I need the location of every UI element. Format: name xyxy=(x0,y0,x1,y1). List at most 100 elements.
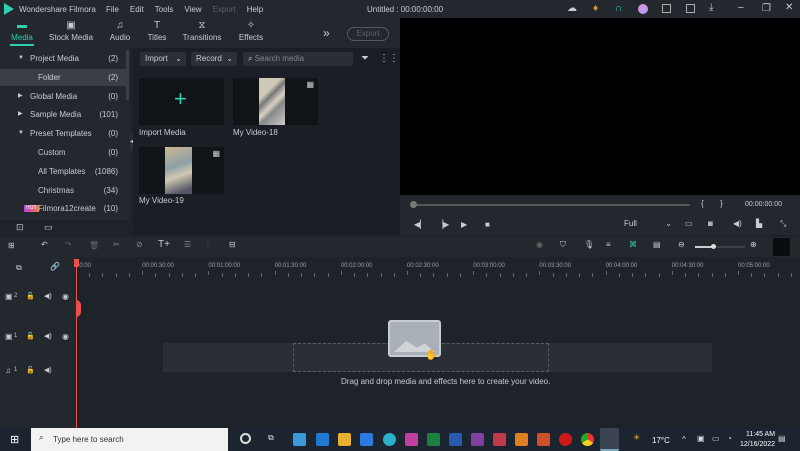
menu-help[interactable]: Help xyxy=(247,5,263,14)
sidebar-item[interactable]: ▶ Global Media (0) xyxy=(0,88,126,105)
stop-button[interactable]: ■ xyxy=(485,220,490,229)
prev-frame-button[interactable]: ◀▏ xyxy=(414,220,426,229)
render-icon[interactable]: ◉ xyxy=(536,240,543,249)
taskbar-search-input[interactable]: ⌕ Type here to search xyxy=(31,428,228,451)
volume-icon[interactable]: ◀) xyxy=(44,366,52,374)
crop-icon[interactable]: ⊟ xyxy=(229,240,236,249)
sidebar-item[interactable]: Christmas (34) xyxy=(0,182,126,199)
redo-icon[interactable]: ↷ xyxy=(65,240,72,249)
layout-grid-icon[interactable]: ⊞ xyxy=(8,241,15,250)
next-frame-button[interactable]: ▕▶ xyxy=(437,220,449,229)
folder-icon[interactable]: ▭ xyxy=(44,222,53,233)
word-icon[interactable] xyxy=(449,433,462,446)
sidebar-item[interactable]: Folder (2) xyxy=(0,68,126,86)
tab-media[interactable]: ▬ Media xyxy=(0,20,47,46)
tray-chevron-icon[interactable]: ^ xyxy=(682,435,686,444)
link-icon[interactable]: 🔗 xyxy=(50,262,60,271)
zoom-out-icon[interactable]: ⊖ xyxy=(678,240,685,249)
file-explorer-icon[interactable] xyxy=(338,433,351,446)
headset-icon[interactable]: ∩ xyxy=(615,3,622,14)
restore-button[interactable]: ❐ xyxy=(762,3,771,14)
grid-view-icon[interactable]: ⋮⋮ xyxy=(379,53,399,64)
zoom-slider[interactable] xyxy=(695,244,745,249)
media-item-my-video-18[interactable]: ▦ xyxy=(233,78,318,125)
tab-titles[interactable]: T Titles xyxy=(132,20,182,42)
wifi-icon[interactable]: ◔ xyxy=(727,434,732,443)
new-folder-icon[interactable]: ⊡ xyxy=(16,222,24,233)
excel-icon[interactable] xyxy=(427,433,440,446)
media-item-my-video-19[interactable]: ▦ xyxy=(139,147,224,194)
menu-edit[interactable]: Edit xyxy=(130,5,144,14)
network-icon[interactable]: ▣ xyxy=(697,434,705,443)
search-input[interactable]: ⌕ Search media xyxy=(243,52,353,66)
tab-effects[interactable]: ✧ Effects xyxy=(226,20,276,42)
quality-dropdown[interactable]: Full ⌄ xyxy=(624,219,672,231)
clock-time[interactable]: 11:45 AM xyxy=(746,431,775,438)
sidebar-item[interactable]: ▼ Project Media (2) xyxy=(0,50,126,67)
add-text-icon[interactable]: T+ xyxy=(158,239,170,250)
zoom-in-icon[interactable]: ⊕ xyxy=(750,240,757,249)
timeline-tracks[interactable]: ✋ Drag and drop media and effects here t… xyxy=(76,277,800,428)
battery-icon[interactable]: ▭ xyxy=(712,434,720,443)
menu-export[interactable]: Export xyxy=(213,5,236,14)
expand-arrow-icon[interactable]: ▶ xyxy=(18,88,23,105)
snapshot-icon[interactable]: ◙ xyxy=(708,219,713,228)
download-icon[interactable]: ⤓ xyxy=(709,2,713,13)
expand-arrow-icon[interactable]: ▶ xyxy=(18,106,23,123)
marker-icon[interactable]: ⛉ xyxy=(560,240,566,250)
export-button[interactable]: Export xyxy=(347,27,389,41)
weather-text[interactable]: 17°C xyxy=(652,436,670,445)
mark-in-icon[interactable]: { xyxy=(701,199,704,208)
preview-scrubber[interactable] xyxy=(412,204,690,206)
filter-icon[interactable]: ⏷ xyxy=(361,53,369,64)
sidebar-item[interactable]: Custom (0) xyxy=(0,144,126,161)
layout-icon[interactable]: ▙ xyxy=(756,219,762,228)
edge-icon[interactable] xyxy=(383,433,396,446)
app-icon[interactable] xyxy=(493,433,506,446)
subtitle-icon[interactable]: ▤ xyxy=(653,240,661,249)
tag-icon[interactable]: ⊘ xyxy=(136,240,143,249)
lock-icon[interactable]: 🔓 xyxy=(26,366,35,374)
microphone-icon[interactable]: 🎙 xyxy=(584,240,594,249)
sidebar-item[interactable]: ▶ Sample Media (101) xyxy=(0,106,126,123)
eye-icon[interactable]: ◉ xyxy=(62,332,69,341)
adjust-icon[interactable]: ☰ xyxy=(184,240,191,249)
record-dropdown[interactable]: Record ⌄ xyxy=(191,52,237,66)
volume-icon[interactable]: ◀) xyxy=(44,292,52,300)
save-icon[interactable] xyxy=(662,4,671,13)
lock-icon[interactable]: 🔓 xyxy=(26,332,35,340)
close-button[interactable]: ✕ xyxy=(785,2,793,13)
menu-file[interactable]: File xyxy=(106,5,119,14)
store-icon[interactable] xyxy=(360,433,373,446)
import-media-tile[interactable]: + xyxy=(139,78,224,125)
expand-arrow-icon[interactable]: ▼ xyxy=(18,50,24,67)
audio-wave-icon[interactable]: ⦙ xyxy=(207,240,209,250)
sidebar-scrollbar[interactable] xyxy=(126,50,129,100)
add-track-icon[interactable]: ⧉ xyxy=(16,263,22,273)
eye-icon[interactable]: ◉ xyxy=(62,292,69,301)
fullscreen-icon[interactable]: ⤡ xyxy=(780,219,786,229)
chrome-icon[interactable] xyxy=(581,433,594,446)
opera-icon[interactable] xyxy=(559,433,572,446)
mail-icon[interactable] xyxy=(316,433,329,446)
windows-start-icon[interactable]: ⊞ xyxy=(10,433,19,446)
more-tabs-icon[interactable]: » xyxy=(323,26,330,40)
mark-out-icon[interactable]: } xyxy=(720,199,723,208)
play-button[interactable]: ▶ xyxy=(461,220,467,229)
playhead-handle[interactable] xyxy=(74,259,79,267)
display-icon[interactable]: ▭ xyxy=(685,219,693,228)
task-view-icon[interactable]: ⧉ xyxy=(268,433,274,443)
snap-icon[interactable]: ⌘ xyxy=(629,240,637,249)
minimize-button[interactable]: – xyxy=(738,2,744,13)
onenote-icon[interactable] xyxy=(471,433,484,446)
tab-stock-media[interactable]: ▣ Stock Media xyxy=(46,20,96,42)
volume-icon[interactable]: ◀) xyxy=(733,219,742,228)
cortana-icon[interactable] xyxy=(240,433,251,444)
audio-list-icon[interactable]: ≡ xyxy=(606,240,611,249)
powerpoint-icon[interactable] xyxy=(537,433,550,446)
expand-arrow-icon[interactable]: ▼ xyxy=(18,125,24,142)
sidebar-item[interactable]: ▼ Preset Templates (0) xyxy=(0,125,126,142)
cut-icon[interactable]: ✂ xyxy=(113,240,120,249)
avatar[interactable] xyxy=(638,4,648,14)
menu-tools[interactable]: Tools xyxy=(155,5,174,14)
